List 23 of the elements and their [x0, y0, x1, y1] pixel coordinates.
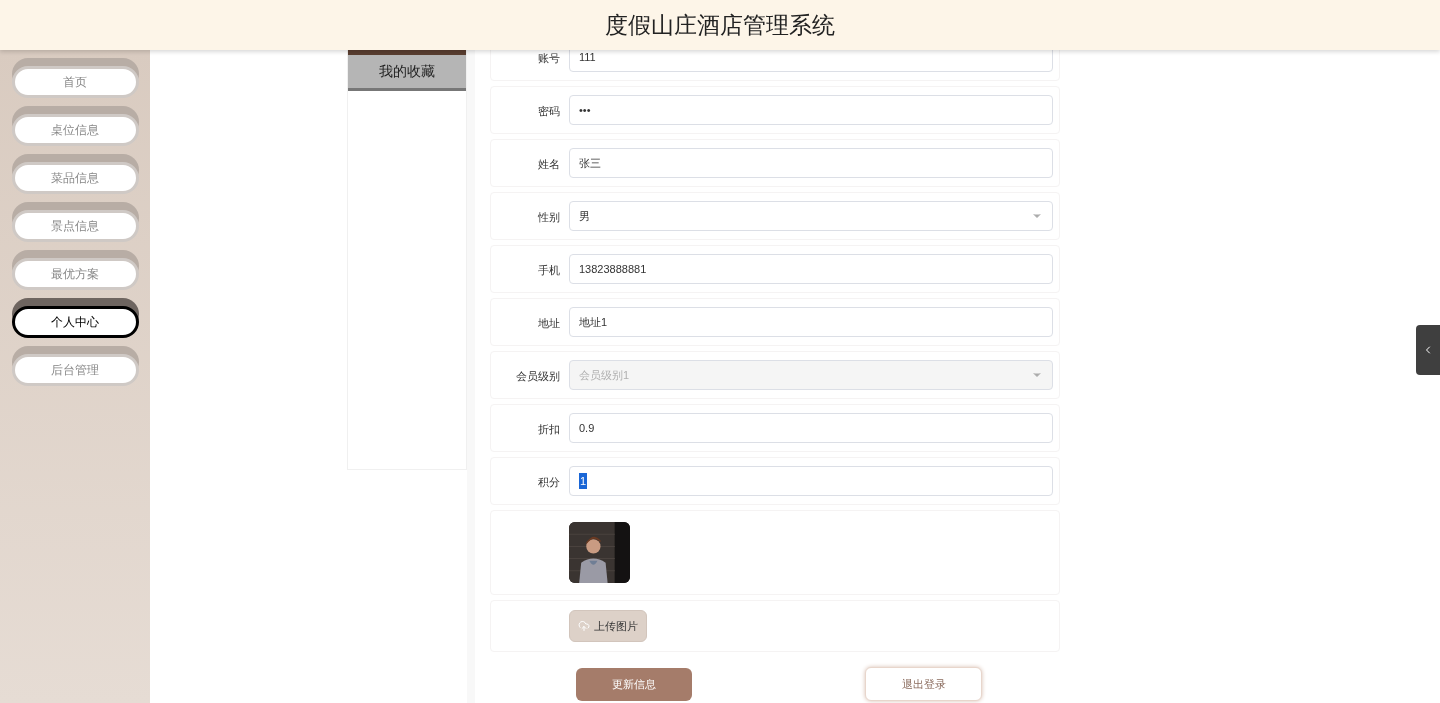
cloud-upload-icon: [578, 620, 590, 632]
input-field[interactable]: 111: [569, 50, 1053, 72]
field-label: 姓名: [538, 158, 560, 170]
logout-button[interactable]: 退出登录: [865, 667, 982, 701]
input-field[interactable]: 13823888881: [569, 254, 1053, 284]
field-label: 折扣: [538, 423, 560, 435]
field-label: 性别: [538, 211, 560, 223]
field-label: 手机: [538, 264, 560, 276]
upload-button[interactable]: 上传图片: [569, 610, 647, 642]
field-label: 积分: [538, 476, 560, 488]
input-field[interactable]: 地址1: [569, 307, 1053, 337]
collapse-button[interactable]: [1416, 325, 1440, 375]
input-field[interactable]: •••: [569, 95, 1053, 125]
update-button[interactable]: 更新信息: [576, 667, 692, 701]
select-field[interactable]: 男: [569, 201, 1053, 231]
input-field[interactable]: 1: [569, 466, 1053, 496]
field-label: 密码: [538, 105, 560, 117]
field-label: 地址: [538, 317, 560, 329]
field-label: 账号: [538, 52, 560, 64]
input-field[interactable]: 张三: [569, 148, 1053, 178]
field-label: 会员级别: [516, 370, 560, 382]
page-title: 度假山庄酒店管理系统: [605, 10, 835, 40]
input-field[interactable]: 0.9: [569, 413, 1053, 443]
